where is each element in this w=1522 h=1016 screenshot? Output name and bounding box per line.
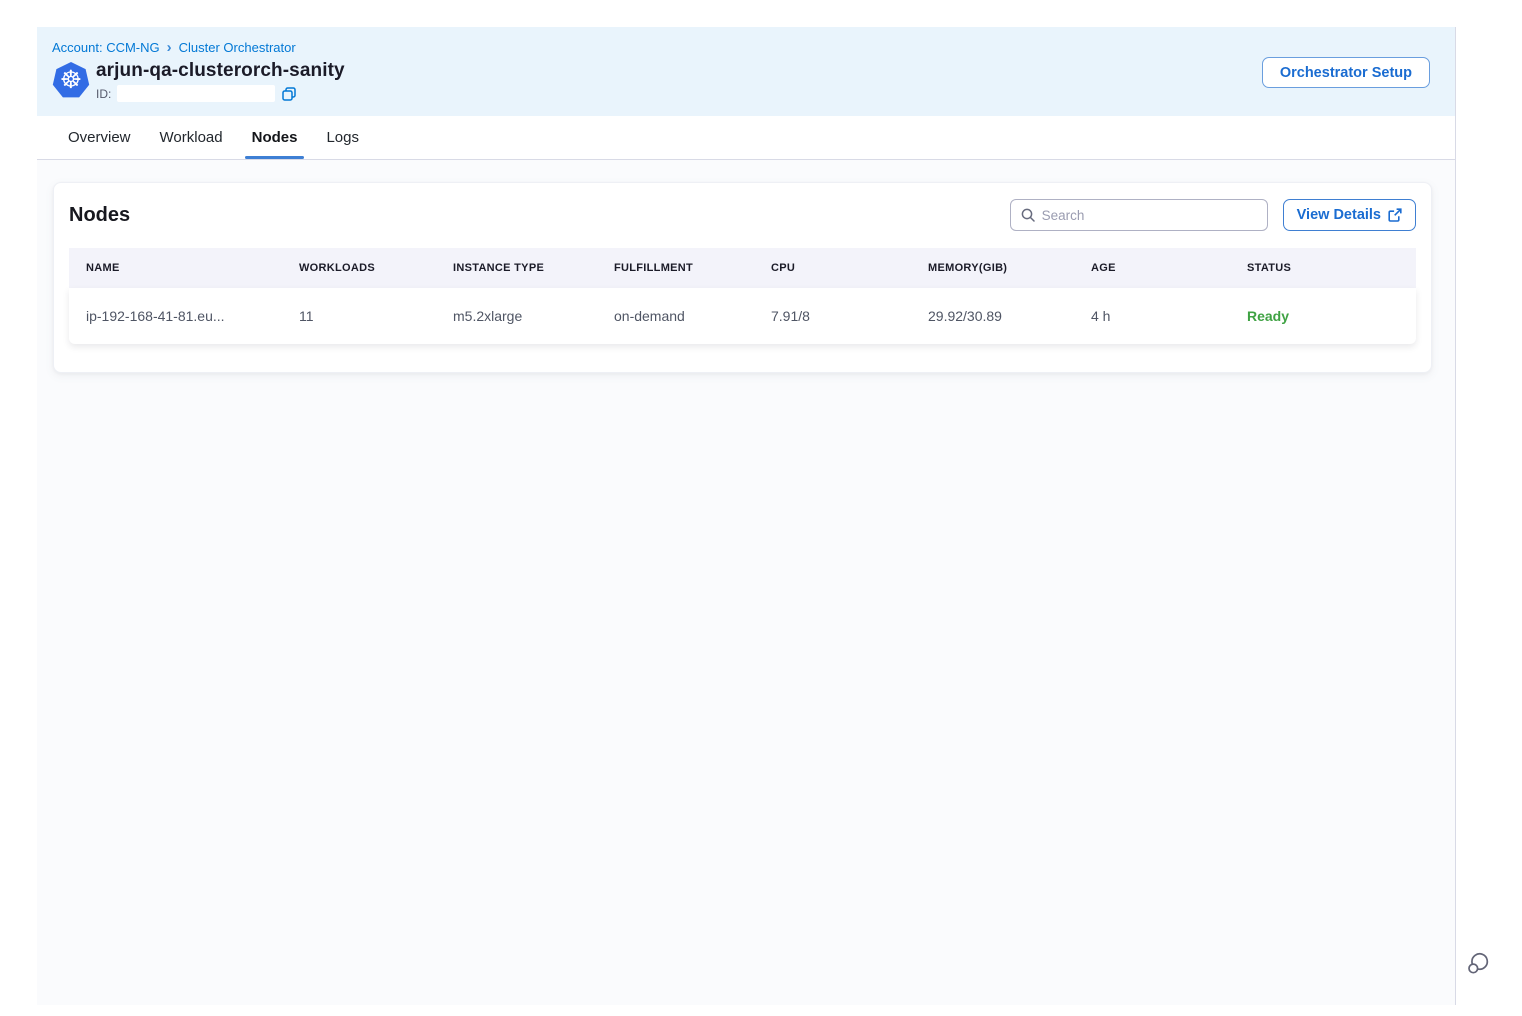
tab-workload[interactable]: Workload bbox=[160, 116, 223, 159]
chat-help-icon[interactable] bbox=[1464, 950, 1490, 976]
external-link-icon bbox=[1388, 208, 1402, 222]
copy-icon[interactable] bbox=[281, 86, 297, 102]
page-header: Account: CCM-NG › Cluster Orchestrator ☸… bbox=[37, 27, 1455, 116]
cell-workloads: 11 bbox=[282, 308, 436, 324]
view-details-button[interactable]: View Details bbox=[1283, 199, 1416, 231]
breadcrumb-section-link[interactable]: Cluster Orchestrator bbox=[179, 40, 296, 55]
breadcrumb-account-link[interactable]: Account: CCM-NG bbox=[52, 40, 160, 55]
tab-bar: Overview Workload Nodes Logs bbox=[37, 116, 1455, 160]
nodes-table: NAME WORKLOADS INSTANCE TYPE FULFILLMENT… bbox=[69, 248, 1416, 344]
nodes-card: Nodes View Details bbox=[53, 182, 1432, 373]
main-content-area: Account: CCM-NG › Cluster Orchestrator ☸… bbox=[37, 27, 1456, 1005]
kubernetes-icon: ☸ bbox=[52, 61, 90, 99]
search-icon bbox=[1021, 208, 1035, 222]
table-row[interactable]: ip-192-168-41-81.eu... 11 m5.2xlarge on-… bbox=[69, 288, 1416, 344]
cell-memory: 29.92/30.89 bbox=[911, 308, 1074, 324]
cell-status: Ready bbox=[1230, 308, 1416, 324]
col-header-cpu: CPU bbox=[754, 262, 911, 274]
id-value-redacted bbox=[117, 85, 275, 102]
cell-age: 4 h bbox=[1074, 308, 1230, 324]
tab-nodes[interactable]: Nodes bbox=[252, 116, 298, 159]
col-header-workloads: WORKLOADS bbox=[282, 262, 436, 274]
breadcrumb: Account: CCM-NG › Cluster Orchestrator bbox=[52, 40, 1430, 55]
col-header-status: STATUS bbox=[1230, 262, 1416, 274]
col-header-fulfillment: FULFILLMENT bbox=[597, 262, 754, 274]
col-header-name: NAME bbox=[69, 262, 282, 274]
col-header-age: AGE bbox=[1074, 262, 1230, 274]
cell-name: ip-192-168-41-81.eu... bbox=[69, 308, 282, 324]
breadcrumb-chevron-icon: › bbox=[167, 43, 172, 53]
search-box bbox=[1010, 199, 1268, 231]
cell-instance-type: m5.2xlarge bbox=[436, 308, 597, 324]
page-title: arjun-qa-clusterorch-sanity bbox=[96, 60, 345, 82]
nodes-card-title: Nodes bbox=[69, 204, 130, 227]
cell-fulfillment: on-demand bbox=[597, 308, 754, 324]
orchestrator-setup-button[interactable]: Orchestrator Setup bbox=[1262, 57, 1430, 88]
table-header-row: NAME WORKLOADS INSTANCE TYPE FULFILLMENT… bbox=[69, 248, 1416, 288]
cell-cpu: 7.91/8 bbox=[754, 308, 911, 324]
tab-overview[interactable]: Overview bbox=[68, 116, 131, 159]
tab-logs[interactable]: Logs bbox=[326, 116, 359, 159]
search-input[interactable] bbox=[1042, 208, 1257, 223]
id-label: ID: bbox=[96, 87, 111, 101]
col-header-instance-type: INSTANCE TYPE bbox=[436, 262, 597, 274]
col-header-memory: MEMORY(GIB) bbox=[911, 262, 1074, 274]
